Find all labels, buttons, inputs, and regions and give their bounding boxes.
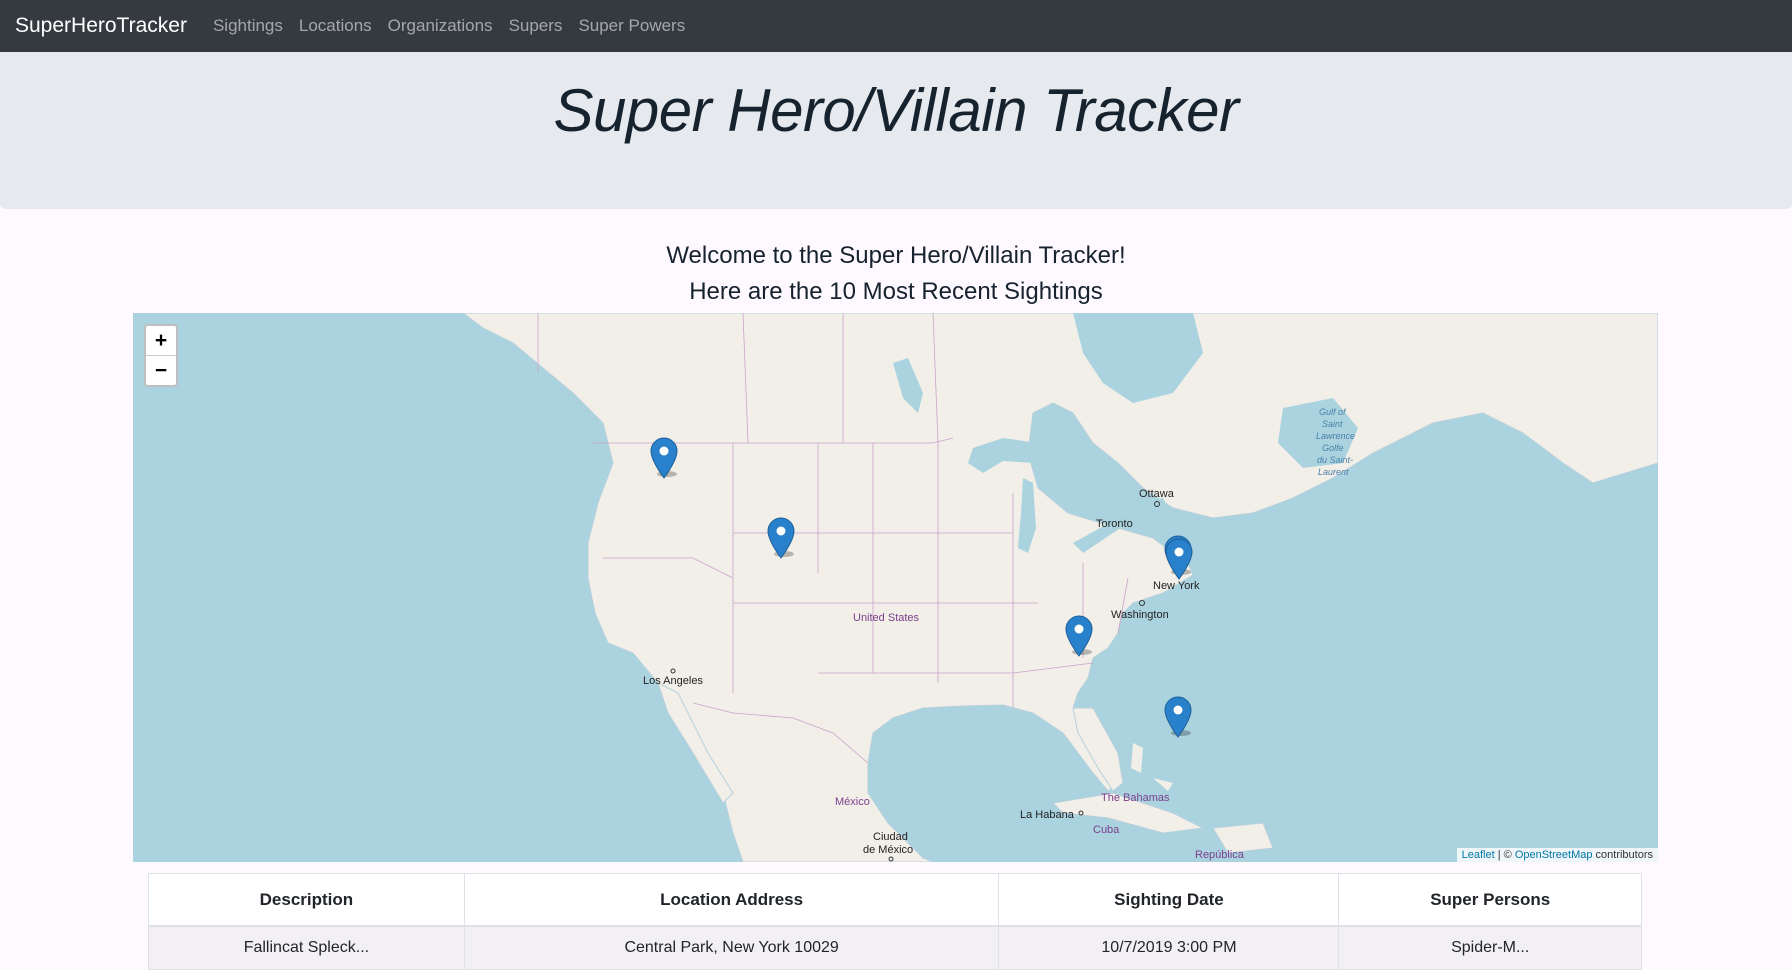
leaflet-link[interactable]: Leaflet <box>1462 849 1495 861</box>
column-header-sighting-date: Sighting Date <box>998 873 1340 927</box>
svg-text:de México: de México <box>863 844 913 856</box>
openstreetmap-link[interactable]: OpenStreetMap <box>1515 849 1593 861</box>
welcome-heading: Welcome to the Super Hero/Villain Tracke… <box>666 242 1126 269</box>
bahamas <box>1131 743 1173 791</box>
sightings-subheading: Here are the 10 Most Recent Sightings <box>689 278 1103 305</box>
svg-text:La Habana: La Habana <box>1020 809 1075 821</box>
lake-huron <box>1063 473 1098 518</box>
svg-text:Laurent: Laurent <box>1318 467 1349 477</box>
svg-text:República: República <box>1195 849 1245 861</box>
svg-text:New York: New York <box>1153 580 1200 592</box>
svg-text:Ottawa: Ottawa <box>1139 488 1175 500</box>
svg-text:Lawrence: Lawrence <box>1316 431 1355 441</box>
column-header-location-address: Location Address <box>463 873 1000 927</box>
sightings-table: Description Location Address Sighting Da… <box>148 873 1642 970</box>
map-attribution: Leaflet | © OpenStreetMap contributors <box>1456 848 1658 862</box>
nav-link-super-powers[interactable]: Super Powers <box>578 16 685 36</box>
zoom-control: + − <box>144 324 178 387</box>
page-title: Super Hero/Villain Tracker <box>553 77 1239 144</box>
nav-link-locations[interactable]: Locations <box>299 16 372 36</box>
zoom-out-button[interactable]: − <box>146 356 176 385</box>
map-tiles: Ottawa Toronto New York Washington Unite… <box>462 313 1658 862</box>
nav-link-sightings[interactable]: Sightings <box>213 16 283 36</box>
brand-link[interactable]: SuperHeroTracker <box>15 14 187 38</box>
svg-text:United States: United States <box>853 612 920 624</box>
nav-link-organizations[interactable]: Organizations <box>388 16 493 36</box>
svg-text:Saint: Saint <box>1322 419 1343 429</box>
svg-text:Washington: Washington <box>1111 609 1169 621</box>
table-cell-super-persons: Spider-M... <box>1338 925 1642 970</box>
jumbotron: Super Hero/Villain Tracker <box>0 52 1792 209</box>
sightings-map[interactable]: Ottawa Toronto New York Washington Unite… <box>133 313 1658 862</box>
svg-text:The Bahamas: The Bahamas <box>1101 792 1170 804</box>
attribution-separator: | © <box>1494 849 1515 861</box>
table-cell-location: Central Park, New York 10029 <box>463 925 1000 970</box>
navbar: SuperHeroTracker Sightings Locations Org… <box>0 0 1792 52</box>
attribution-suffix: contributors <box>1592 849 1653 861</box>
svg-text:Cuba: Cuba <box>1093 824 1120 836</box>
svg-text:Gulf of: Gulf of <box>1319 407 1347 417</box>
table-header-row: Description Location Address Sighting Da… <box>148 873 1642 927</box>
table-row: Fallincat Spleck... Central Park, New Yo… <box>148 925 1642 970</box>
land-north-america <box>462 313 1658 862</box>
svg-text:Golfe: Golfe <box>1322 443 1344 453</box>
column-header-description: Description <box>148 873 465 927</box>
svg-text:Los Angeles: Los Angeles <box>643 675 703 687</box>
column-header-super-persons: Super Persons <box>1338 873 1642 927</box>
table-cell-date: 10/7/2019 3:00 PM <box>998 925 1340 970</box>
zoom-in-button[interactable]: + <box>146 326 176 356</box>
svg-text:Toronto: Toronto <box>1096 518 1133 530</box>
svg-text:Ciudad: Ciudad <box>873 831 908 843</box>
table-cell-description: Fallincat Spleck... <box>148 925 465 970</box>
marker-icon[interactable] <box>1164 696 1192 738</box>
welcome-text: Welcome to the Super Hero/Villain Tracke… <box>0 238 1792 310</box>
nav-link-supers[interactable]: Supers <box>509 16 563 36</box>
svg-text:du Saint-: du Saint- <box>1317 455 1353 465</box>
svg-text:México: México <box>835 796 870 808</box>
